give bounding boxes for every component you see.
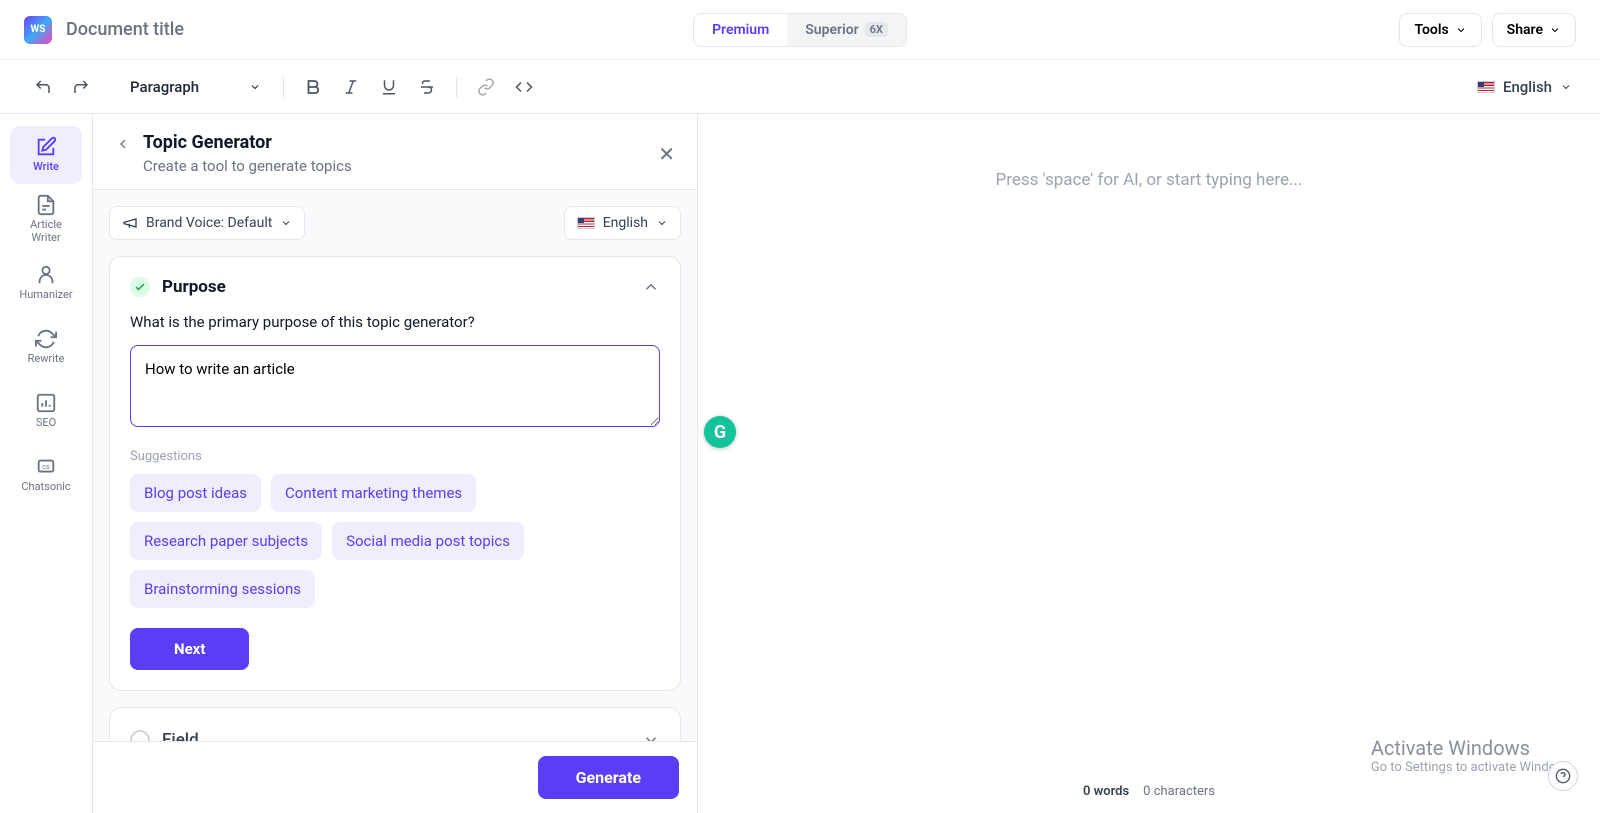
purpose-title: Purpose: [162, 277, 226, 297]
plan-superior-badge: 6X: [865, 22, 888, 37]
suggestions-label: Suggestions: [130, 449, 660, 464]
brand-voice-label: Brand Voice: Default: [146, 215, 272, 231]
panel-language-label: English: [603, 215, 648, 231]
panel-title: Topic Generator: [143, 132, 352, 153]
tools-button-label: Tools: [1414, 22, 1448, 38]
chevron-down-icon: [280, 217, 292, 229]
bold-button[interactable]: [298, 72, 328, 102]
activate-title: Activate Windows: [1371, 736, 1576, 760]
chevron-down-icon: [656, 217, 668, 229]
purpose-question: What is the primary purpose of this topi…: [130, 313, 660, 331]
activate-subtitle: Go to Settings to activate Windows.: [1371, 760, 1576, 775]
plan-superior-label: Superior: [805, 22, 858, 38]
brand-voice-select[interactable]: Brand Voice: Default: [109, 206, 305, 240]
activate-windows-overlay: Activate Windows Go to Settings to activ…: [1371, 736, 1576, 775]
check-icon: [130, 277, 150, 297]
plan-toggle: Premium Superior 6X: [693, 13, 907, 47]
editor-area[interactable]: Press 'space' for AI, or start typing he…: [698, 114, 1600, 813]
redo-button[interactable]: [66, 72, 96, 102]
panel-footer: Generate: [93, 741, 697, 813]
expand-button[interactable]: [642, 731, 660, 741]
format-toolbar: Paragraph English: [0, 60, 1600, 114]
person-icon: [35, 264, 57, 286]
collapse-button[interactable]: [642, 278, 660, 296]
panel-header: Topic Generator Create a tool to generat…: [93, 114, 697, 190]
suggestion-chip[interactable]: Content marketing themes: [271, 474, 476, 512]
purpose-input[interactable]: [130, 345, 660, 427]
sidebar-item-label: Article Writer: [30, 219, 62, 244]
chevron-down-icon: [1455, 24, 1467, 36]
separator: [283, 76, 284, 98]
field-card[interactable]: Field: [109, 707, 681, 741]
sidebar-item-label: SEO: [36, 417, 56, 430]
chat-icon: cs: [35, 456, 57, 478]
block-type-select[interactable]: Paragraph: [122, 74, 269, 100]
panel-subtitle: Create a tool to generate topics: [143, 157, 352, 175]
app-logo[interactable]: WS: [24, 16, 52, 44]
plan-premium[interactable]: Premium: [694, 14, 787, 46]
sidebar-item-label: Write: [33, 161, 59, 174]
purpose-card: Purpose What is the primary purpose of t…: [109, 256, 681, 691]
link-button[interactable]: [471, 72, 501, 102]
sidebar-item-label: Humanizer: [19, 289, 72, 302]
sidebar-item-seo[interactable]: SEO: [10, 382, 82, 440]
strikethrough-button[interactable]: [412, 72, 442, 102]
chevron-down-icon: [1560, 81, 1572, 93]
document-icon: [35, 194, 57, 216]
next-button[interactable]: Next: [130, 628, 249, 670]
sidebar-item-humanizer[interactable]: Humanizer: [10, 254, 82, 312]
close-button[interactable]: ✕: [658, 142, 675, 166]
separator: [456, 76, 457, 98]
top-bar: WS Document title Premium Superior 6X To…: [0, 0, 1600, 60]
sidebar-item-label: Chatsonic: [21, 481, 70, 494]
megaphone-icon: [122, 215, 138, 231]
help-button[interactable]: [1548, 761, 1578, 791]
plan-superior[interactable]: Superior 6X: [787, 14, 906, 46]
suggestion-chip[interactable]: Social media post topics: [332, 522, 524, 560]
grammarly-icon[interactable]: G: [704, 416, 736, 448]
suggestion-chip[interactable]: Research paper subjects: [130, 522, 322, 560]
tool-panel: Topic Generator Create a tool to generat…: [92, 114, 698, 813]
language-select[interactable]: English: [1477, 78, 1572, 96]
sidebar-item-write[interactable]: Write: [10, 126, 82, 184]
pencil-edit-icon: [35, 136, 57, 158]
tools-button[interactable]: Tools: [1399, 13, 1481, 47]
chart-icon: [35, 392, 57, 414]
main-area: Write Article Writer Humanizer Rewrite S…: [0, 114, 1600, 813]
flag-us-icon: [577, 217, 595, 229]
suggestion-chip[interactable]: Blog post ideas: [130, 474, 261, 512]
undo-button[interactable]: [28, 72, 58, 102]
step-indicator-empty: [130, 730, 150, 741]
document-title-input[interactable]: Document title: [66, 19, 184, 40]
panel-language-select[interactable]: English: [564, 206, 681, 240]
svg-text:cs: cs: [42, 462, 50, 471]
back-button[interactable]: [115, 136, 131, 152]
sidebar-item-rewrite[interactable]: Rewrite: [10, 318, 82, 376]
underline-button[interactable]: [374, 72, 404, 102]
word-count: 0 words: [1083, 784, 1129, 799]
sidebar-item-chatsonic[interactable]: cs Chatsonic: [10, 446, 82, 504]
generate-button[interactable]: Generate: [538, 756, 679, 799]
chevron-down-icon: [1549, 24, 1561, 36]
sidebar: Write Article Writer Humanizer Rewrite S…: [0, 114, 92, 813]
refresh-icon: [35, 328, 57, 350]
sidebar-item-article-writer[interactable]: Article Writer: [10, 190, 82, 248]
field-title: Field: [162, 730, 199, 741]
chevron-down-icon: [249, 81, 261, 93]
block-type-label: Paragraph: [130, 78, 199, 96]
sidebar-item-label: Rewrite: [28, 353, 65, 366]
char-count: 0 characters: [1143, 784, 1215, 799]
question-icon: [1555, 768, 1571, 784]
language-label: English: [1503, 78, 1552, 96]
flag-us-icon: [1477, 81, 1495, 93]
share-button[interactable]: Share: [1492, 13, 1576, 47]
editor-status: 0 words 0 characters: [1083, 784, 1215, 799]
editor-placeholder: Press 'space' for AI, or start typing he…: [698, 170, 1600, 190]
share-button-label: Share: [1507, 22, 1543, 38]
italic-button[interactable]: [336, 72, 366, 102]
suggestion-chip[interactable]: Brainstorming sessions: [130, 570, 315, 608]
code-button[interactable]: [509, 72, 539, 102]
